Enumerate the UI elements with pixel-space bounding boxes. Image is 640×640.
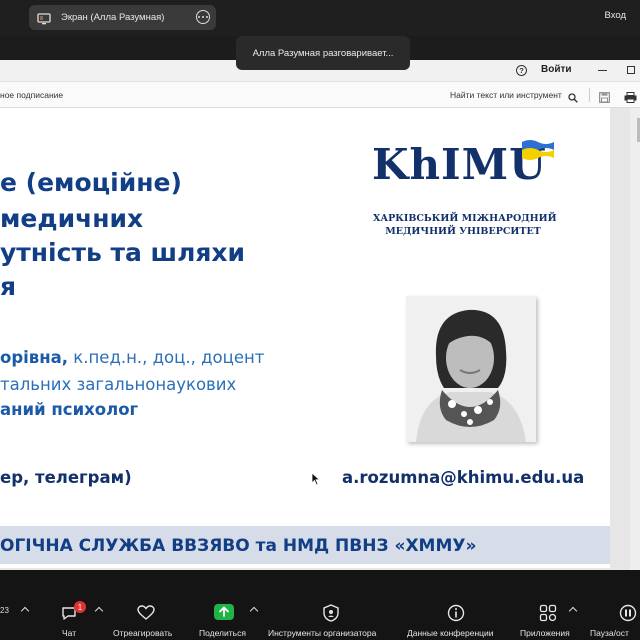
logo-subtitle-line-2: МЕДИЧНИЙ УНІВЕРСИТЕТ [385,226,541,237]
more-options-icon[interactable] [196,10,210,24]
zoom-top-bar: Экран (Алла Разумная) Вход [0,0,640,36]
slide-title-line-2: медичних [0,204,144,233]
pause-button-label[interactable]: Пауза/ост [590,628,629,638]
mouse-cursor-icon [311,472,321,486]
author-photo [406,296,536,442]
author-email: a.rozumna@khimu.edu.ua [342,468,585,487]
pdf-toolbar: ное подписание Найти текст или инструмен… [0,82,640,108]
search-icon[interactable] [568,90,578,103]
author-degree: к.пед.н., доц., доцент [68,348,265,367]
vertical-scrollbar[interactable] [630,108,640,570]
zoom-signin-link[interactable]: Вход [605,10,627,21]
slide-footer-text: ОГІЧНА СЛУЖБА ВВЗЯВО та НМД ПВНЗ «ХММУ» [0,536,477,556]
apps-icon[interactable] [539,604,557,622]
author-line: орівна, к.пед.н., доц., доцент [0,348,264,367]
meeting-info-button-label[interactable]: Данные конференции [407,628,494,638]
react-button-label[interactable]: Отреагировать [113,628,172,638]
slide-title-line-4: я [0,272,17,301]
author-department: тальних загальнонаукових [0,375,237,394]
chat-button-label[interactable]: Чат [62,628,76,638]
info-icon[interactable] [447,604,465,622]
pause-icon[interactable] [619,604,637,622]
share-button-label[interactable]: Поделиться [199,628,246,638]
save-icon[interactable] [599,90,610,103]
slide-footer-band: ОГІЧНА СЛУЖБА ВВЗЯВО та НМД ПВНЗ «ХММУ» [0,526,610,564]
ukraine-flag-icon [522,140,554,160]
monitor-icon [37,12,51,24]
participants-count: 23 [0,606,9,615]
toolbar-divider [589,88,590,102]
heart-icon[interactable] [137,605,155,621]
app-signin-button[interactable]: Войти [541,64,572,75]
shield-icon[interactable] [323,604,339,622]
logo-subtitle-line-1: ХАРКІВСЬКИЙ МІЖНАРОДНИЙ [373,213,557,224]
slide-title-line-1: е (емоційне) [0,168,182,197]
maximize-icon[interactable] [627,66,635,74]
sign-tool-label[interactable]: ное подписание [0,90,63,100]
author-name: орівна, [0,348,69,367]
author-role: аний психолог [0,400,139,419]
print-icon[interactable] [624,90,637,103]
screen-share-title: Экран (Алла Разумная) [61,12,165,23]
find-tool-label[interactable]: Найти текст или инструмент [450,90,562,100]
zoom-window: Экран (Алла Разумная) Вход Алла Разумная… [0,0,640,640]
speaker-banner: Алла Разумная разговаривает... [236,36,410,70]
help-icon[interactable]: ? [516,65,527,76]
chat-unread-badge: 1 [74,601,86,613]
screen-share-pill[interactable]: Экран (Алла Разумная) [29,5,216,30]
minimize-icon[interactable] [598,70,607,72]
slide-title-line-3: утність та шляхи [0,238,246,267]
presentation-slide: е (емоційне) медичних утність та шляхи я… [0,108,610,568]
contact-messengers: ер, телеграм) [0,468,132,487]
apps-button-label[interactable]: Приложения [520,628,570,638]
share-screen-icon[interactable] [214,604,234,620]
host-tools-button-label[interactable]: Инструменты организатора [268,628,376,638]
